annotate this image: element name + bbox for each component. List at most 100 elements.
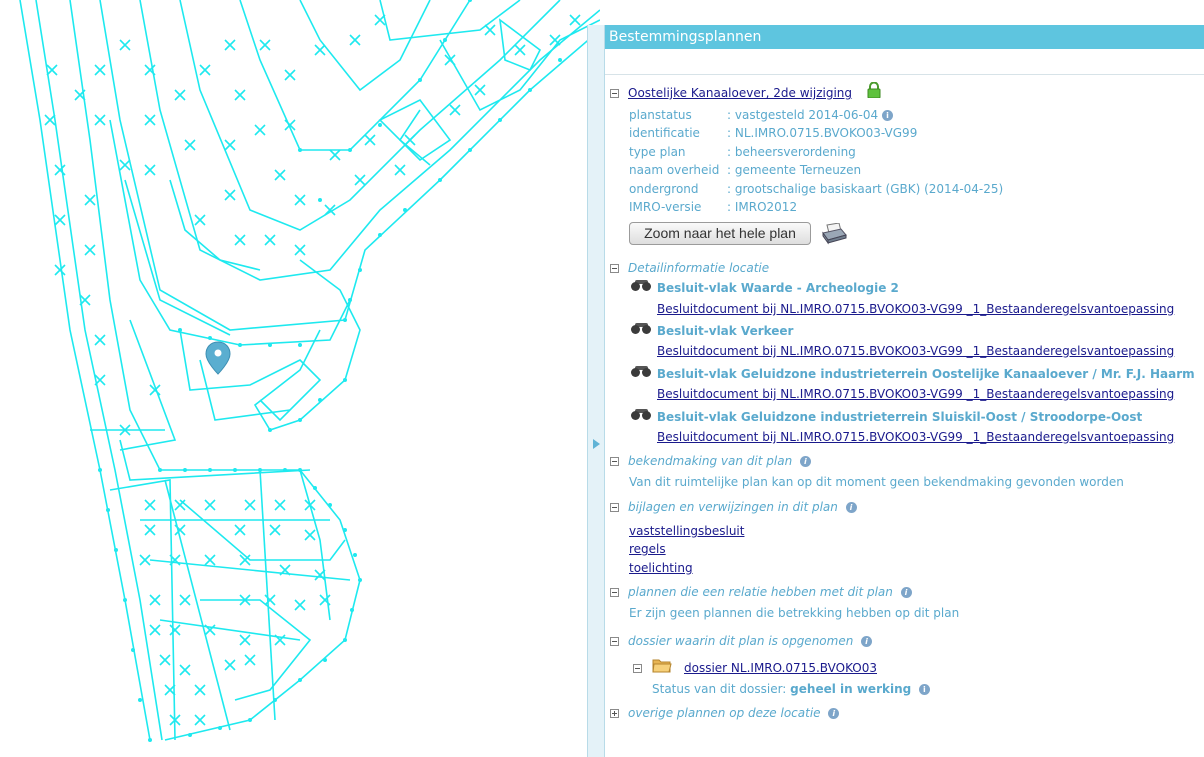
bijlage-link[interactable]: regels <box>629 542 666 556</box>
collapse-bijlagen-toggle[interactable] <box>610 503 619 512</box>
overige-section-title: overige plannen op deze locatie i <box>628 706 840 720</box>
expand-arrow-icon[interactable] <box>593 439 600 449</box>
collapse-detail-toggle[interactable] <box>610 264 619 273</box>
map-hatch-mark <box>244 499 256 511</box>
map-hatch-mark <box>569 14 581 26</box>
panel-title: Bestemmingsplannen <box>605 25 1204 49</box>
map-hatch-mark <box>319 594 331 606</box>
field-naam-overheid: naam overheid: gemeente Terneuzen <box>629 163 862 177</box>
lock-icon <box>867 82 881 98</box>
detail-item-title[interactable]: Besluit-vlak Geluidzone industrieterrein… <box>657 367 1195 381</box>
map-hatch-mark <box>84 194 96 206</box>
map-hatch-mark <box>304 529 316 541</box>
info-icon[interactable]: i <box>828 708 840 719</box>
detail-item: Besluit-vlak Geluidzone industrieterrein… <box>631 366 1195 381</box>
detail-item-title[interactable]: Besluit-vlak Geluidzone industrieterrein… <box>657 410 1142 424</box>
collapse-relaties-toggle[interactable] <box>610 588 619 597</box>
field-type-plan: type plan: beheersverordening <box>629 145 856 159</box>
binoculars-icon[interactable] <box>631 280 653 292</box>
bekendmaking-section-title: bekendmaking van dit plan i <box>628 454 811 468</box>
relaties-section-title: plannen die een relatie hebben met dit p… <box>628 585 912 599</box>
map-hatch-mark <box>239 634 251 646</box>
map-hatch-mark <box>174 524 186 536</box>
map-hatch-mark <box>46 64 58 76</box>
map-hatch-mark <box>194 214 206 226</box>
detail-item-title[interactable]: Besluit-vlak Waarde - Archeologie 2 <box>657 281 899 295</box>
map-hatch-mark <box>54 264 66 276</box>
map-hatch-mark <box>449 104 461 116</box>
besluitdocument-link[interactable]: Besluitdocument bij NL.IMRO.0715.BVOKO03… <box>657 302 1174 316</box>
info-icon[interactable]: i <box>845 502 857 513</box>
besluitdocument-link[interactable]: Besluitdocument bij NL.IMRO.0715.BVOKO03… <box>657 387 1174 401</box>
map-hatch-mark <box>234 89 246 101</box>
info-icon[interactable]: i <box>860 636 872 647</box>
besluitdocument-link[interactable]: Besluitdocument bij NL.IMRO.0715.BVOKO03… <box>657 430 1174 444</box>
map-hatch-mark <box>549 34 561 46</box>
printer-icon[interactable] <box>821 223 847 245</box>
detail-item: Besluit-vlak Geluidzone industrieterrein… <box>631 409 1142 424</box>
map-hatch-mark <box>119 39 131 51</box>
map-hatch-mark <box>364 134 376 146</box>
field-imro-versie: IMRO-versie: IMRO2012 <box>629 200 798 214</box>
map-hatch-mark <box>284 69 296 81</box>
bekendmaking-text: Van dit ruimtelijke plan kan op dit mome… <box>629 475 1124 489</box>
binoculars-icon[interactable] <box>631 323 653 335</box>
folder-icon <box>652 659 672 673</box>
map-hatch-mark <box>54 164 66 176</box>
relaties-text: Er zijn geen plannen die betrekking hebb… <box>629 606 960 620</box>
panel-toolbar <box>605 49 1204 75</box>
info-icon[interactable]: i <box>900 587 912 598</box>
panel-splitter[interactable] <box>587 25 605 757</box>
map-hatch-mark <box>144 499 156 511</box>
map-hatch-mark <box>139 554 151 566</box>
collapse-plan-toggle[interactable] <box>610 89 619 98</box>
collapse-bekendmaking-toggle[interactable] <box>610 457 619 466</box>
map-hatch-mark <box>294 599 306 611</box>
binoculars-icon[interactable] <box>631 366 653 378</box>
plan-name-link[interactable]: Oostelijke Kanaaloever, 2de wijziging <box>628 86 852 100</box>
field-planstatus: planstatus: vastgesteld 2014-06-04 i <box>629 108 893 122</box>
map-canvas[interactable] <box>0 0 600 757</box>
binoculars-icon[interactable] <box>631 409 653 421</box>
map-marker-icon[interactable] <box>205 341 231 375</box>
map-hatch-mark <box>54 214 66 226</box>
besluitdocument-link[interactable]: Besluitdocument bij NL.IMRO.0715.BVOKO03… <box>657 344 1174 358</box>
map-hatch-mark <box>294 244 306 256</box>
map-hatch-mark <box>224 659 236 671</box>
detail-item: Besluit-vlak Verkeer <box>631 323 793 338</box>
map-hatch-mark <box>264 594 276 606</box>
bijlage-link[interactable]: toelichting <box>629 561 693 575</box>
map-hatch-mark <box>144 164 156 176</box>
map-hatch-mark <box>184 139 196 151</box>
dossier-link[interactable]: dossier NL.IMRO.0715.BVOKO03 <box>684 661 877 675</box>
map-hatch-mark <box>174 89 186 101</box>
bijlage-link[interactable]: vaststellingsbesluit <box>629 524 744 538</box>
map-hatch-mark <box>394 164 406 176</box>
dossier-status: Status van dit dossier: geheel in werkin… <box>652 682 930 696</box>
map-hatch-mark <box>94 114 106 126</box>
map-hatch-mark <box>354 174 366 186</box>
map-hatch-mark <box>204 499 216 511</box>
expand-overige-toggle[interactable] <box>610 709 619 718</box>
detail-item-title[interactable]: Besluit-vlak Verkeer <box>657 324 794 338</box>
map-view[interactable] <box>0 0 600 757</box>
info-icon[interactable]: i <box>881 110 893 121</box>
map-hatch-mark <box>274 499 286 511</box>
bijlagen-section-title: bijlagen en verwijzingen in dit plan i <box>628 500 857 514</box>
map-hatch-mark <box>224 189 236 201</box>
map-hatch-mark <box>174 499 186 511</box>
map-hatch-mark <box>144 524 156 536</box>
collapse-dossier-item-toggle[interactable] <box>633 664 642 673</box>
map-hatch-mark <box>314 44 326 56</box>
map-hatch-mark <box>314 569 326 581</box>
map-hatch-mark <box>294 194 306 206</box>
collapse-dossier-toggle[interactable] <box>610 637 619 646</box>
info-icon[interactable]: i <box>918 684 930 695</box>
map-hatch-mark <box>274 169 286 181</box>
detail-item: Besluit-vlak Waarde - Archeologie 2 <box>631 280 899 295</box>
field-identificatie: identificatie: NL.IMRO.0715.BVOKO03-VG99 <box>629 126 918 140</box>
zoom-to-plan-button[interactable]: Zoom naar het hele plan <box>629 222 811 245</box>
info-icon[interactable]: i <box>799 456 811 467</box>
map-hatch-mark <box>179 594 191 606</box>
map-hatch-mark <box>194 714 206 726</box>
